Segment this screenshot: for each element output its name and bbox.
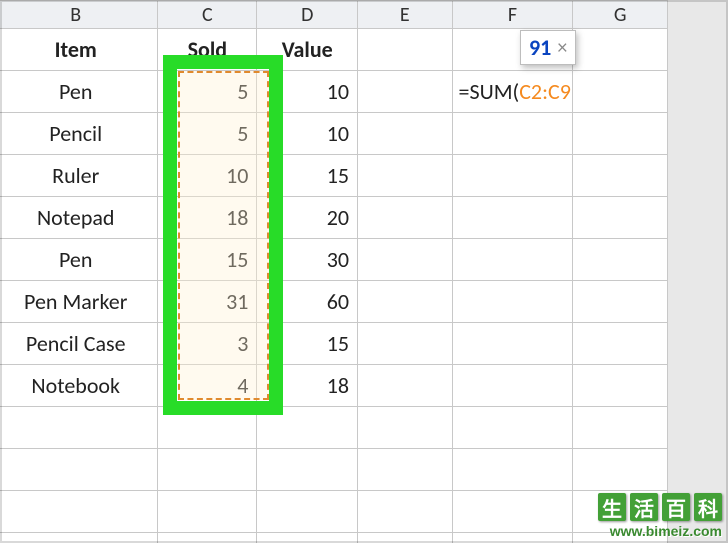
formula-prefix: =SUM( [459,78,520,105]
cell-C10[interactable] [158,407,257,449]
cell-G12[interactable] [573,491,668,533]
watermark-char-4: 科 [694,493,722,521]
cell-C2[interactable]: 5 [158,71,257,113]
tooltip-close-icon[interactable]: × [557,36,567,60]
cell-D11[interactable] [257,449,358,491]
cell-F13[interactable] [452,533,573,543]
cell-F6[interactable] [452,239,573,281]
cell-D7[interactable]: 60 [257,281,358,323]
cell-G5[interactable] [573,197,668,239]
cell-B8[interactable]: Pencil Case [0,323,158,365]
col-header-C[interactable]: C [158,1,257,29]
cell-C7[interactable]: 31 [158,281,257,323]
col-header-F[interactable]: F [452,1,573,29]
cell-C8[interactable]: 3 [158,323,257,365]
cell-B3[interactable]: Pencil [0,113,158,155]
cell-E4[interactable] [358,155,453,197]
cell-D9[interactable]: 18 [257,365,358,407]
cell-G8[interactable] [573,323,668,365]
cell-G1[interactable] [573,29,668,71]
cell-B11[interactable] [0,449,158,491]
cell-B5[interactable]: Notepad [0,197,158,239]
cell-E11[interactable] [358,449,453,491]
cell-D12[interactable] [257,491,358,533]
cell-G7[interactable] [573,281,668,323]
cell-E7[interactable] [358,281,453,323]
cell-E5[interactable] [358,197,453,239]
col-header-G[interactable]: G [573,1,668,29]
cell-E8[interactable] [358,323,453,365]
formula-result-tooltip: 91 × [520,30,576,65]
cell-B12[interactable] [0,491,158,533]
cell-G13[interactable] [573,533,668,543]
tooltip-value: 91 [529,34,551,61]
cell-B4[interactable]: Ruler [0,155,158,197]
cell-E12[interactable] [358,491,453,533]
cell-E2[interactable] [358,71,453,113]
cell-C9[interactable]: 4 [158,365,257,407]
col-header-E[interactable]: E [358,1,453,29]
cell-B7[interactable]: Pen Marker [0,281,158,323]
cell-E13[interactable] [358,533,453,543]
cell-D4[interactable]: 15 [257,155,358,197]
cell-D8[interactable]: 15 [257,323,358,365]
cell-G9[interactable] [573,365,668,407]
cell-F5[interactable] [452,197,573,239]
cell-B6[interactable]: Pen [0,239,158,281]
cell-D6[interactable]: 30 [257,239,358,281]
cell-B1[interactable]: Item [0,29,158,71]
cell-E9[interactable] [358,365,453,407]
cell-C13[interactable] [158,533,257,543]
cell-F7[interactable] [452,281,573,323]
cell-D10[interactable] [257,407,358,449]
formula-edit-box[interactable]: =SUM(C2:C9 [452,71,573,113]
cell-F2[interactable]: =SUM(C2:C9 [452,71,573,113]
cell-C4[interactable]: 10 [158,155,257,197]
col-header-B[interactable]: B [0,1,158,29]
cell-D1[interactable]: Value [257,29,358,71]
cell-C1[interactable]: Sold [158,29,257,71]
cell-B10[interactable] [0,407,158,449]
cell-E6[interactable] [358,239,453,281]
cell-E1[interactable] [358,29,453,71]
cell-F10[interactable] [452,407,573,449]
cell-D5[interactable]: 20 [257,197,358,239]
cell-G10[interactable] [573,407,668,449]
cell-G4[interactable] [573,155,668,197]
cell-C12[interactable] [158,491,257,533]
cell-G6[interactable] [573,239,668,281]
col-header-D[interactable]: D [257,1,358,29]
cell-F9[interactable] [452,365,573,407]
cell-D2[interactable]: 10 [257,71,358,113]
cell-G2[interactable] [573,71,668,113]
cell-D13[interactable] [257,533,358,543]
cell-C6[interactable]: 15 [158,239,257,281]
cell-F12[interactable] [452,491,573,533]
cell-B9[interactable]: Notebook [0,365,158,407]
formula-reference: C2:C9 [519,78,571,105]
cell-E10[interactable] [358,407,453,449]
cell-B2[interactable]: Pen [0,71,158,113]
cell-F3[interactable] [452,113,573,155]
cell-F8[interactable] [452,323,573,365]
cell-F11[interactable] [452,449,573,491]
cell-F4[interactable] [452,155,573,197]
cell-G11[interactable] [573,449,668,491]
cell-C11[interactable] [158,449,257,491]
cell-C3[interactable]: 5 [158,113,257,155]
cell-D3[interactable]: 10 [257,113,358,155]
cell-B13[interactable] [0,533,158,543]
cell-E3[interactable] [358,113,453,155]
spreadsheet-grid[interactable]: B C D E F G Item Sold Value Pen 5 10 =SU… [0,0,668,543]
cell-C5[interactable]: 18 [158,197,257,239]
cell-G3[interactable] [573,113,668,155]
